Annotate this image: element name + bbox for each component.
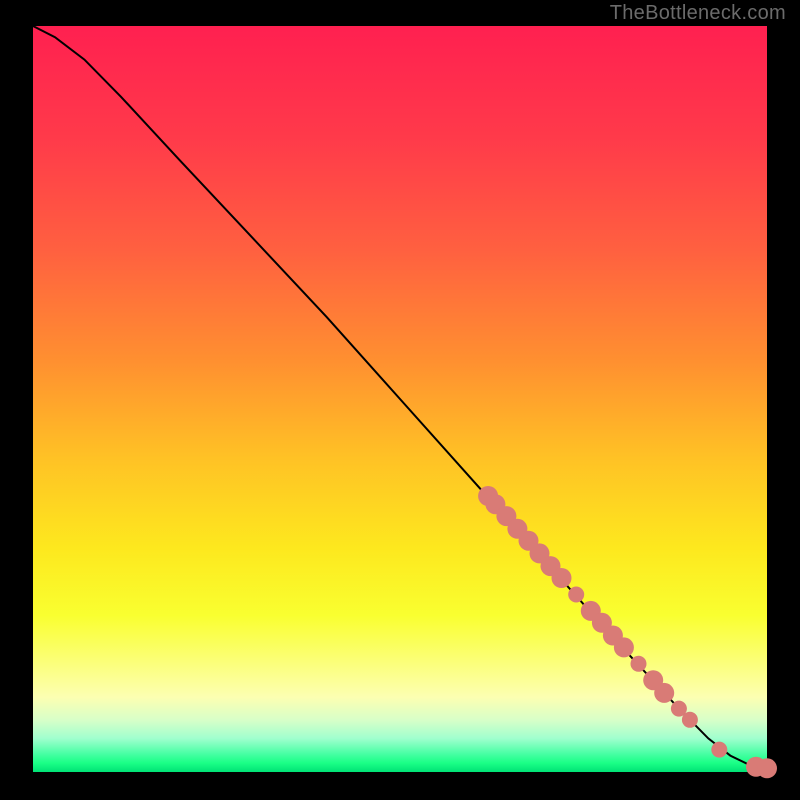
data-marker [631, 656, 647, 672]
data-marker [552, 568, 572, 588]
data-marker [757, 758, 777, 778]
watermark-text: TheBottleneck.com [610, 2, 786, 25]
data-marker [654, 683, 674, 703]
chart-svg [0, 0, 800, 800]
data-marker [614, 637, 634, 657]
data-marker [568, 587, 584, 603]
chart-container: TheBottleneck.com [0, 0, 800, 800]
data-marker [711, 742, 727, 758]
data-marker [682, 712, 698, 728]
